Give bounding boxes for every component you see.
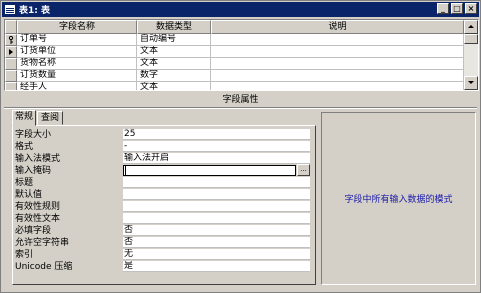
scroll-up-button[interactable] (464, 20, 478, 34)
field-name-cell[interactable]: 货物名称 (17, 58, 137, 70)
data-type-cell[interactable]: 数字 (137, 70, 211, 82)
maximize-button[interactable]: □ (451, 3, 463, 14)
header-field-name[interactable]: 字段名称 (17, 20, 137, 34)
row-selector[interactable] (5, 82, 17, 90)
header-corner (5, 20, 17, 34)
data-type-cell[interactable]: 文本 (137, 82, 211, 90)
table-row[interactable]: 订货单位 文本 (5, 46, 464, 58)
current-row-icon (9, 49, 13, 55)
property-row[interactable]: 默认值 (15, 189, 313, 201)
row-selector[interactable] (5, 70, 17, 82)
window-title: 表1: 表 (19, 6, 50, 16)
data-type-cell[interactable]: 自动编号 (137, 34, 211, 46)
help-text: 字段中所有输入数据的模式 (344, 195, 453, 205)
property-value[interactable] (123, 189, 310, 200)
description-cell[interactable] (211, 82, 464, 90)
property-row[interactable]: 有效性文本 (15, 213, 313, 225)
field-name-cell[interactable]: 经手人 (17, 82, 137, 90)
row-selector[interactable] (5, 34, 17, 46)
header-description[interactable]: 说明 (211, 20, 464, 34)
tab-general[interactable]: 常规 (12, 110, 36, 126)
property-label: Unicode 压缩 (15, 262, 73, 272)
property-value[interactable] (123, 177, 310, 188)
field-name-cell[interactable]: 订货单位 (17, 46, 137, 58)
table-row[interactable]: 订单号 自动编号 (5, 34, 464, 46)
description-cell[interactable] (211, 46, 464, 58)
property-help-panel: 字段中所有输入数据的模式 (321, 112, 476, 285)
section-divider (4, 107, 477, 109)
property-value[interactable]: 输入法开启 (123, 153, 310, 164)
property-label: 格式 (15, 142, 34, 152)
property-row[interactable]: 索引 无 (15, 249, 313, 261)
field-name-cell[interactable]: 订单号 (17, 34, 137, 46)
description-cell[interactable] (211, 34, 464, 46)
row-selector[interactable] (5, 58, 17, 70)
property-row[interactable]: 允许空字符串 否 (15, 237, 313, 249)
property-row[interactable]: Unicode 压缩 是 (15, 261, 313, 273)
property-label: 字段大小 (15, 130, 52, 140)
property-row[interactable]: 输入法模式 输入法开启 (15, 153, 313, 165)
table-row[interactable]: 订货数量 数字 (5, 70, 464, 82)
property-value[interactable]: 否 (123, 237, 310, 248)
general-properties-panel: 字段大小 25 格式 - 输入法模式 输入法开启 输入掩码 ... 标题 默认值… (12, 125, 316, 285)
property-row[interactable]: 必填字段 否 (15, 225, 313, 237)
table-row[interactable]: 经手人 文本 (5, 82, 464, 90)
property-value[interactable] (123, 213, 310, 224)
property-row[interactable]: 标题 (15, 177, 313, 189)
property-label: 允许空字符串 (15, 238, 70, 248)
field-properties-title: 字段属性 (222, 95, 259, 105)
close-button[interactable]: × (465, 3, 477, 14)
property-row[interactable]: 格式 - (15, 141, 313, 153)
primary-key-icon (8, 36, 14, 44)
property-row[interactable]: 有效性规则 (15, 201, 313, 213)
tab-lookup[interactable]: 查阅 (37, 111, 63, 125)
description-cell[interactable] (211, 70, 464, 82)
property-label: 索引 (15, 250, 34, 260)
data-type-cell[interactable]: 文本 (137, 58, 211, 70)
grid-vertical-scrollbar[interactable] (464, 20, 478, 90)
property-label: 默认值 (15, 190, 43, 200)
property-label: 输入掩码 (15, 166, 52, 176)
table-design-window: 表1: 表 _ □ × 字段名称 数据类型 说明 订单号 自动编号 订货单位 文… (0, 0, 481, 293)
property-label: 有效性规则 (15, 202, 61, 212)
property-value[interactable]: 是 (123, 261, 310, 272)
property-label: 输入法模式 (15, 154, 61, 164)
data-type-cell[interactable]: 文本 (137, 46, 211, 58)
property-value[interactable]: 无 (123, 249, 310, 260)
text-caret (125, 166, 126, 175)
scroll-down-button[interactable] (464, 76, 478, 90)
title-bar[interactable]: 表1: 表 _ □ × (2, 2, 479, 17)
property-row[interactable]: 输入掩码 ... (15, 164, 313, 177)
property-value[interactable] (123, 201, 310, 212)
arrow-up-icon (468, 25, 474, 28)
property-value[interactable]: 否 (123, 225, 310, 236)
minimize-button[interactable]: _ (437, 3, 449, 14)
arrow-down-icon (468, 81, 474, 84)
property-label: 标题 (15, 178, 34, 188)
field-grid: 字段名称 数据类型 说明 订单号 自动编号 订货单位 文本 货物名称 文本 订货… (4, 19, 479, 91)
property-value[interactable]: 25 (123, 129, 310, 140)
property-label: 有效性文本 (15, 214, 61, 224)
property-row[interactable]: 字段大小 25 (15, 129, 313, 141)
table-icon (5, 5, 15, 14)
property-label: 必填字段 (15, 226, 52, 236)
row-selector[interactable] (5, 46, 17, 58)
scroll-thumb[interactable] (464, 34, 478, 44)
header-data-type[interactable]: 数据类型 (137, 20, 211, 34)
builder-button[interactable]: ... (297, 164, 310, 176)
property-value[interactable]: - (123, 141, 310, 152)
field-name-cell[interactable]: 订货数量 (17, 70, 137, 82)
input-mask-field[interactable] (123, 165, 296, 176)
table-row[interactable]: 货物名称 文本 (5, 58, 464, 70)
grid-header: 字段名称 数据类型 说明 (5, 20, 464, 34)
description-cell[interactable] (211, 58, 464, 70)
